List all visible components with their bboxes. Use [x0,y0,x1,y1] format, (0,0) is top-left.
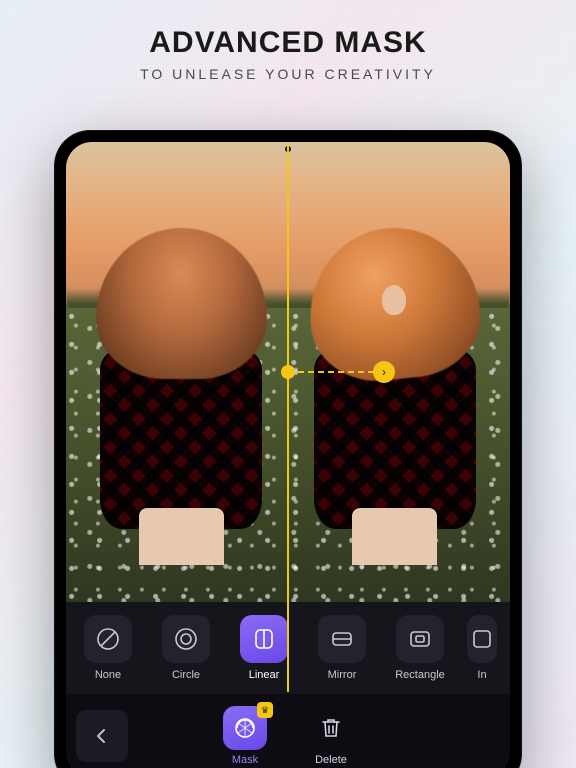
linear-icon [240,615,288,663]
mask-option-label: Linear [249,669,280,681]
mask-option-linear[interactable]: Linear [228,615,300,681]
in-icon [467,615,497,663]
mask-divider-line[interactable] [287,142,289,692]
subject-left [75,206,288,565]
delete-action-label: Delete [315,754,347,766]
back-button[interactable] [76,710,128,762]
mask-option-in[interactable]: In [462,615,502,681]
photo-canvas[interactable]: › [66,142,510,602]
chevron-left-icon [93,727,111,745]
premium-badge-icon: ♛ [257,702,273,718]
circle-icon [162,615,210,663]
mask-option-label: Rectangle [395,669,445,681]
mask-center-handle[interactable] [281,365,295,379]
mask-option-circle[interactable]: Circle [150,615,222,681]
mask-action-icon: ♛ [223,706,267,750]
mask-option-none[interactable]: None [72,615,144,681]
rectangle-icon [396,615,444,663]
subject-right [288,206,501,565]
mask-action-label: Mask [232,754,258,766]
delete-action-button[interactable]: Delete [309,706,353,766]
bottom-action-bar: ♛ Mask Delete [66,694,510,768]
promo-title: ADVANCED MASK [0,26,576,60]
promo-headline: ADVANCED MASK TO UNLEASE YOUR CREATIVITY [0,0,576,82]
mask-option-rectangle[interactable]: Rectangle [384,615,456,681]
tablet-screen: › None Circle Linear [66,142,510,768]
mask-option-label: None [95,669,121,681]
mask-option-label: Mirror [328,669,357,681]
chevron-right-icon: › [382,365,386,379]
trash-icon [309,706,353,750]
mask-action-button[interactable]: ♛ Mask [223,706,267,766]
mask-option-label: In [477,669,486,681]
mask-option-mirror[interactable]: Mirror [306,615,378,681]
mirror-icon [318,615,366,663]
mask-option-label: Circle [172,669,200,681]
promo-subtitle: TO UNLEASE YOUR CREATIVITY [0,66,576,82]
none-icon [84,615,132,663]
mask-width-guide [288,371,384,373]
mask-drag-handle[interactable]: › [373,361,395,383]
tablet-frame: › None Circle Linear [54,130,522,768]
